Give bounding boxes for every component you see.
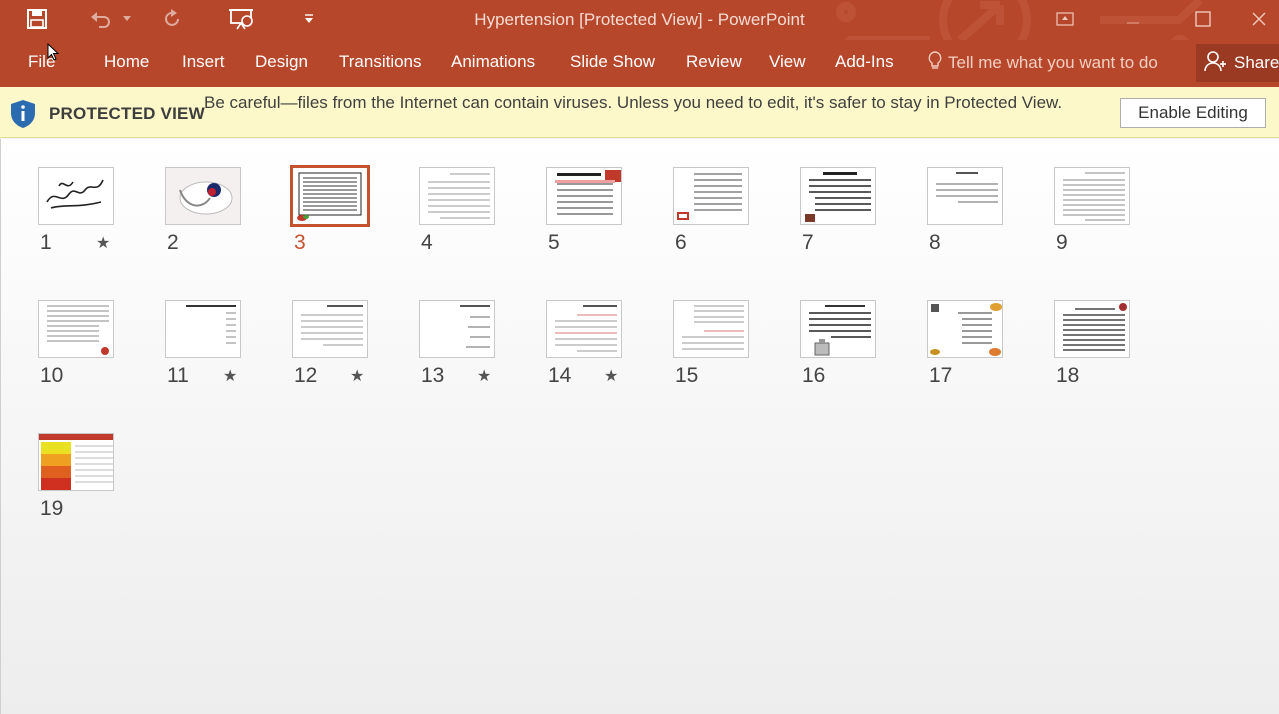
tab-add-ins[interactable]: Add-Ins	[835, 52, 894, 72]
slide-preview	[927, 167, 1003, 225]
slide-thumbnail[interactable]: 18	[1054, 300, 1154, 400]
slide-preview	[800, 167, 876, 225]
slide-number: 16	[802, 364, 826, 387]
slide-number: 17	[929, 364, 953, 387]
slide-thumbnail[interactable]: 13 ★	[419, 300, 519, 400]
slide-thumbnail-selected[interactable]: 3	[290, 165, 392, 267]
slide-preview	[546, 300, 622, 358]
ribbon-tabs: File Home Insert Design Transitions Anim…	[0, 40, 1279, 87]
title-bar: Hypertension [Protected View] - PowerPoi…	[0, 0, 1279, 40]
slide-thumbnail[interactable]: 9	[1054, 167, 1154, 267]
tab-slide-show[interactable]: Slide Show	[570, 52, 655, 72]
tell-me-search[interactable]: Tell me what you want to do	[928, 50, 1178, 76]
slide-number: 15	[675, 364, 699, 387]
slide-preview	[1054, 167, 1130, 225]
slide-number: 5	[548, 231, 560, 254]
powerpoint-window: Hypertension [Protected View] - PowerPoi…	[0, 0, 1279, 714]
slide-number: 6	[675, 231, 687, 254]
protected-view-bar: PROTECTED VIEW Be careful—files from the…	[0, 87, 1279, 138]
slide-number: 3	[294, 231, 306, 254]
enable-editing-button[interactable]: Enable Editing	[1120, 98, 1266, 128]
slide-number: 7	[802, 231, 814, 254]
slide-thumbnail[interactable]: 11 ★	[165, 300, 265, 400]
tab-review[interactable]: Review	[686, 52, 742, 72]
lightbulb-icon	[928, 50, 942, 76]
slide-preview	[165, 300, 241, 358]
slide-preview	[673, 300, 749, 358]
protected-view-message: Be careful—files from the Internet can c…	[204, 93, 1063, 112]
protected-view-title: PROTECTED VIEW	[49, 104, 205, 123]
animation-star-icon: ★	[477, 368, 492, 385]
slide-preview	[165, 167, 241, 225]
slide-number: 8	[929, 231, 941, 254]
slide-preview	[546, 167, 622, 225]
slide-thumbnail[interactable]: 6	[673, 167, 773, 267]
slide-preview	[800, 300, 876, 358]
slide-number: 4	[421, 231, 433, 254]
tab-transitions[interactable]: Transitions	[339, 52, 422, 72]
slide-thumbnail[interactable]: 7	[800, 167, 900, 267]
maximize-icon[interactable]	[1180, 4, 1226, 34]
slide-preview	[673, 167, 749, 225]
mouse-cursor-icon	[47, 43, 59, 61]
slide-thumbnail[interactable]: 14 ★	[546, 300, 646, 400]
slide-preview	[1054, 300, 1130, 358]
slide-number: 11	[167, 364, 189, 387]
slide-number: 12	[294, 364, 318, 387]
close-icon[interactable]	[1240, 4, 1278, 34]
animation-star-icon: ★	[96, 235, 111, 252]
animation-star-icon: ★	[350, 368, 365, 385]
minimize-icon[interactable]	[1110, 4, 1156, 34]
shield-icon	[9, 99, 37, 134]
slide-number: 2	[167, 231, 179, 254]
ribbon-display-options-icon[interactable]	[1042, 4, 1088, 34]
slide-preview	[290, 165, 370, 227]
slide-thumbnail[interactable]: 2	[165, 167, 265, 267]
share-button[interactable]: Share	[1196, 44, 1279, 82]
slide-thumbnail[interactable]: 1 ★	[38, 167, 138, 267]
slide-thumbnail[interactable]: 17	[927, 300, 1027, 400]
animation-star-icon: ★	[223, 368, 238, 385]
slide-thumbnail[interactable]: 15	[673, 300, 773, 400]
slide-thumbnail[interactable]: 12 ★	[292, 300, 392, 400]
slide-preview	[419, 167, 495, 225]
tab-animations[interactable]: Animations	[451, 52, 535, 72]
slide-thumbnail[interactable]: 5	[546, 167, 646, 267]
tab-design[interactable]: Design	[255, 52, 308, 72]
slide-preview	[292, 300, 368, 358]
tab-home[interactable]: Home	[104, 52, 149, 72]
slide-number: 14	[548, 364, 572, 387]
slide-number: 13	[421, 364, 445, 387]
slide-preview	[419, 300, 495, 358]
person-icon	[1204, 50, 1226, 77]
slide-thumbnail[interactable]: 10	[38, 300, 138, 400]
tab-insert[interactable]: Insert	[182, 52, 225, 72]
slide-preview	[38, 433, 114, 491]
slide-preview	[927, 300, 1003, 358]
animation-star-icon: ★	[604, 368, 619, 385]
share-label: Share	[1234, 53, 1279, 72]
slide-sorter: 1 ★ 2 3 4 5 6 7 8 9 10 11 ★ 12 ★ 13 ★ 14…	[0, 139, 1279, 714]
slide-number: 9	[1056, 231, 1068, 254]
slide-thumbnail[interactable]: 4	[419, 167, 519, 267]
slide-number: 10	[40, 364, 64, 387]
tab-view[interactable]: View	[769, 52, 806, 72]
slide-number: 1	[40, 231, 52, 254]
slide-thumbnail[interactable]: 19	[38, 433, 138, 533]
slide-thumbnail[interactable]: 16	[800, 300, 900, 400]
slide-number: 18	[1056, 364, 1080, 387]
slide-number: 19	[40, 497, 64, 520]
tell-me-placeholder: Tell me what you want to do	[948, 53, 1158, 72]
slide-preview	[38, 167, 114, 225]
slide-preview	[38, 300, 114, 358]
slide-thumbnail[interactable]: 8	[927, 167, 1027, 267]
